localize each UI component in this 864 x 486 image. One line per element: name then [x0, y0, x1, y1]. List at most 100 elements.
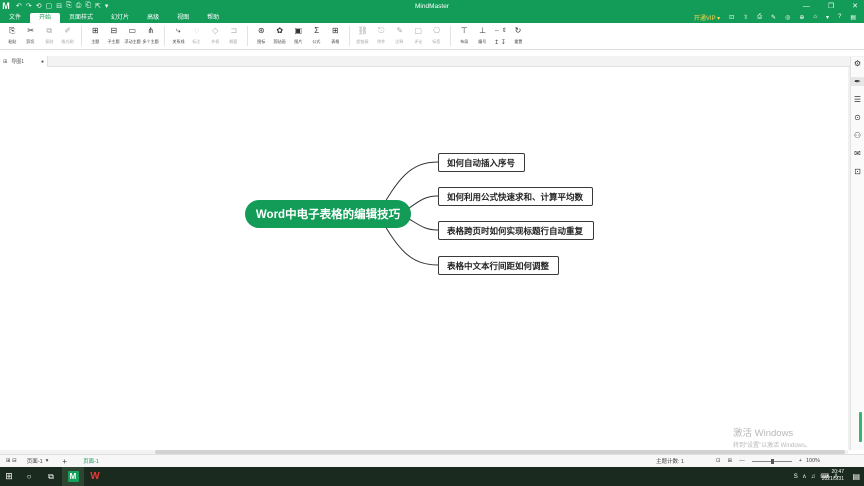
ribbon-button[interactable]: ⊥ 编号 — [474, 23, 493, 49]
ribbon-icon: ▢ — [414, 26, 423, 35]
ribbon-button[interactable]: ◌ 标注 — [188, 23, 207, 49]
quick-access-icon[interactable]: ↷ — [26, 2, 32, 10]
ribbon-button[interactable]: Σ 公式 — [308, 23, 327, 49]
menu-tab[interactable]: 帮助 — [198, 13, 228, 23]
menu-tab[interactable]: 视图 — [168, 13, 198, 23]
quick-access-icon[interactable]: ▢ — [46, 2, 53, 10]
fullscreen-icon[interactable]: ⊞ — [728, 458, 733, 464]
ribbon-button-label: 子主题 — [107, 39, 120, 44]
toolbar-icon[interactable]: ⌂ — [813, 14, 817, 21]
ribbon-button[interactable]: ✂ 剪切 — [22, 23, 41, 49]
tab-close-icon[interactable]: ● — [41, 59, 44, 65]
spacing-icon[interactable]: ⇔ ⇕ — [494, 26, 507, 36]
document-tab[interactable]: ⊞ 导图1 ● — [0, 56, 48, 67]
ribbon-button[interactable]: ⎋ 附件 — [372, 23, 391, 49]
ribbon-button[interactable]: ⎘ 粘贴 — [3, 23, 22, 49]
side-panel-icon[interactable]: ☰ — [854, 95, 861, 104]
ribbon-button[interactable]: ✿ 剪贴画 — [271, 23, 290, 49]
side-panel-icon[interactable]: ⊡ — [854, 167, 861, 176]
minimize-icon[interactable]: — — [803, 3, 810, 10]
side-panel-icon[interactable]: ✒ — [851, 77, 864, 86]
panel-scroll-thumb[interactable] — [859, 412, 862, 442]
menu-tab[interactable]: 开始 — [30, 13, 61, 23]
quick-access-icon[interactable]: ⎘ — [66, 2, 72, 10]
quick-access-icon[interactable]: ▾ — [105, 2, 109, 10]
topic-node[interactable]: 表格跨页时如何实现标题行自动重复 — [438, 221, 594, 240]
quick-access-icon[interactable]: ⇱ — [95, 2, 101, 10]
ribbon-icon: ⧉ — [46, 26, 53, 35]
menu-tab[interactable]: 文件 — [0, 13, 30, 23]
ribbon-button[interactable]: ⊞ 主题 — [86, 23, 105, 49]
side-panel-icon[interactable]: ✉ — [854, 149, 861, 158]
menu-tab[interactable]: 幻灯片 — [102, 13, 138, 23]
toolbar-icon[interactable]: ? — [838, 14, 841, 21]
ribbon-button[interactable]: ⊤ 布局 — [455, 23, 474, 49]
topic-node[interactable]: 如何自动插入序号 — [438, 153, 525, 172]
ribbon-button[interactable]: ⧉ 复制 — [40, 23, 59, 49]
toolbar-icon[interactable]: ⊕ — [799, 14, 804, 21]
ribbon-button[interactable]: ⊞ 表格 — [326, 23, 345, 49]
ribbon-button[interactable]: ⎔ 标签 — [428, 23, 447, 49]
ribbon-button[interactable]: ▭ 浮动主题 — [123, 23, 142, 49]
sheet-selector[interactable]: 页面-1 ▾ — [27, 457, 49, 465]
taskbar-wps[interactable]: W — [84, 467, 106, 486]
ribbon-button[interactable]: ⊟ 子主题 — [105, 23, 124, 49]
taskbar-mindmaster[interactable]: M — [62, 467, 84, 486]
toolbar-icon[interactable]: ▤ — [850, 14, 856, 21]
quick-access-icon[interactable]: ↶ — [16, 2, 22, 10]
toolbar-icon[interactable]: ✎ — [771, 14, 776, 21]
tray-icon[interactable]: ♫ — [811, 474, 816, 480]
toolbar-icon[interactable]: ⇧ — [743, 14, 748, 21]
ribbon-button[interactable]: ⊐ 概要 — [225, 23, 244, 49]
quick-access-icon[interactable]: ⊟ — [56, 2, 62, 10]
quick-access-icon[interactable]: ⎙ — [76, 2, 82, 10]
notifications-icon[interactable]: ▤ — [852, 472, 860, 481]
ribbon-button[interactable]: ✎ 注释 — [391, 23, 410, 49]
fit-page-icon[interactable]: ⊡ — [716, 458, 721, 464]
mindmap-canvas[interactable]: Word中电子表格的编辑技巧 如何自动插入序号 如何利用公式快速求和、计算平均数… — [0, 67, 848, 450]
ribbon-button-label: 布局 — [460, 39, 469, 44]
toolbar-icon[interactable]: ⊡ — [729, 14, 734, 21]
toolbar-icon[interactable]: ▾ — [826, 14, 829, 21]
toolbar-icon[interactable]: ◎ — [785, 14, 790, 21]
side-panel-icon[interactable]: ⚇ — [854, 131, 861, 140]
zoom-slider[interactable] — [751, 458, 792, 464]
ribbon-button[interactable]: ▣ 图片 — [289, 23, 308, 49]
spacing-icon[interactable]: ↥ ↧ — [494, 38, 507, 48]
tray-icon[interactable]: S — [794, 474, 798, 480]
topic-node[interactable]: 如何利用公式快速求和、计算平均数 — [438, 187, 593, 206]
ribbon-button[interactable]: ⋔ 多个主题 — [142, 23, 161, 49]
toolbar-icon[interactable]: ⎙ — [757, 14, 762, 21]
tray-icon[interactable]: ʌ — [803, 474, 806, 480]
side-panel-icon[interactable]: ⊙ — [854, 113, 861, 122]
zoom-percentage: 100% — [806, 458, 821, 464]
search-icon[interactable]: ○ — [18, 467, 40, 486]
zoom-in-button[interactable]: + — [799, 458, 802, 464]
side-panel-icon[interactable]: ⚙ — [854, 59, 861, 68]
ribbon-button[interactable]: ◇ 外框 — [206, 23, 225, 49]
maximize-icon[interactable]: ❐ — [828, 2, 834, 10]
close-icon[interactable]: ✕ — [852, 2, 858, 10]
task-view-icon[interactable]: ⧉ — [40, 467, 62, 486]
ribbon-button[interactable]: ⛓ 超链接 — [354, 23, 373, 49]
quick-access-icon[interactable]: ⟲ — [36, 2, 42, 10]
topic-node[interactable]: 表格中文本行间距如何调整 — [438, 256, 559, 275]
reset-button[interactable]: ↻ 重置 — [509, 23, 528, 49]
start-button-icon[interactable]: ⊞ — [0, 471, 18, 482]
ribbon-icon: ⊞ — [331, 26, 339, 35]
ribbon-button[interactable]: ▢ 评论 — [409, 23, 428, 49]
page-view-icon[interactable]: ⊞ ⊟ — [6, 458, 17, 464]
vip-button[interactable]: 开通VIP ▾ — [694, 13, 720, 22]
menu-tab[interactable]: 高级 — [138, 13, 168, 23]
ribbon-button[interactable]: ✐ 格式刷 — [59, 23, 78, 49]
central-topic[interactable]: Word中电子表格的编辑技巧 — [245, 200, 411, 228]
ribbon-button[interactable]: ⊛ 图标 — [252, 23, 271, 49]
quick-access-icon[interactable]: ⎗ — [85, 2, 91, 10]
ribbon-button[interactable]: ⤷ 关系线 — [169, 23, 188, 49]
menu-tab[interactable]: 页面样式 — [60, 13, 102, 23]
zoom-out-button[interactable]: — — [739, 458, 745, 464]
clock[interactable]: 20:47 2021/5/31 — [822, 469, 844, 483]
active-sheet-tab[interactable]: 页面-1 — [83, 457, 99, 465]
ribbon-icon: ⊤ — [460, 26, 468, 35]
add-sheet-button[interactable]: + — [62, 457, 67, 466]
